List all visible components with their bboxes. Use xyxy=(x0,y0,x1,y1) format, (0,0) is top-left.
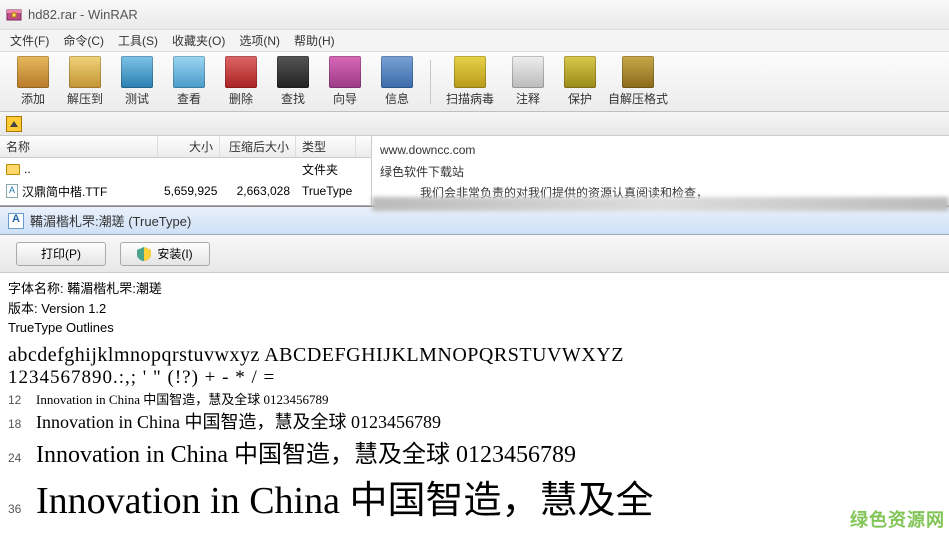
add-icon xyxy=(17,56,49,88)
wizard-icon xyxy=(329,56,361,88)
font-outlines-label: TrueType Outlines xyxy=(8,318,941,338)
toolbar: 添加 解压到 测试 查看 删除 查找 向导 信息 扫描病毒 注释 保护 自解压格… xyxy=(0,52,949,112)
wizard-button[interactable]: 向导 xyxy=(320,54,370,110)
info-icon xyxy=(381,56,413,88)
print-button[interactable]: 打印(P) xyxy=(16,242,106,266)
file-row[interactable]: .. 文件夹 xyxy=(0,158,371,180)
install-button[interactable]: 安装(I) xyxy=(120,242,210,266)
font-window-titlebar: 鞴湄楷札罘:潮瑳 (TrueType) xyxy=(0,207,949,235)
extract-button[interactable]: 解压到 xyxy=(60,54,110,110)
column-headers: 名称 大小 压缩后大小 类型 xyxy=(0,136,371,158)
sample-18: 18Innovation in China 中国智造，慧及全球 01234567… xyxy=(8,408,941,434)
scan-button[interactable]: 扫描病毒 xyxy=(439,54,501,110)
menu-options[interactable]: 选项(N) xyxy=(233,30,286,51)
test-button[interactable]: 测试 xyxy=(112,54,162,110)
comment-icon xyxy=(512,56,544,88)
file-list-pane: 名称 大小 压缩后大小 类型 .. 文件夹 汉鼎简中楷.TTF 5,659,92… xyxy=(0,136,372,205)
font-version-label: 版本: Version 1.2 xyxy=(8,299,941,319)
find-icon xyxy=(277,56,309,88)
view-button[interactable]: 查看 xyxy=(164,54,214,110)
menu-favorites[interactable]: 收藏夹(O) xyxy=(166,30,231,51)
font-window-title: 鞴湄楷札罘:潮瑳 (TrueType) xyxy=(30,211,191,230)
font-name-label: 字体名称: 鞴湄楷札罘:潮瑳 xyxy=(8,279,941,299)
col-size[interactable]: 大小 xyxy=(158,136,220,157)
comment-pane: www.downcc.com 绿色软件下载站 我们会非常负责的对我们提供的资源认… xyxy=(372,136,949,205)
window-titlebar: hd82.rar - WinRAR xyxy=(0,0,949,30)
blurred-content xyxy=(372,197,949,211)
font-preview-window: 鞴湄楷札罘:潮瑳 (TrueType) 打印(P) 安装(I) 字体名称: 鞴湄… xyxy=(0,206,949,524)
menu-file[interactable]: 文件(F) xyxy=(4,30,55,51)
comment-button[interactable]: 注释 xyxy=(503,54,553,110)
window-title: hd82.rar - WinRAR xyxy=(28,7,138,22)
up-folder-icon[interactable] xyxy=(6,116,22,132)
alphabet-sample: abcdefghijklmnopqrstuvwxyz ABCDEFGHIJKLM… xyxy=(8,344,941,367)
sample-36: 36Innovation in China 中国智造，慧及全 xyxy=(8,469,941,524)
extract-icon xyxy=(69,56,101,88)
col-name[interactable]: 名称 xyxy=(0,136,158,157)
sfx-icon xyxy=(622,56,654,88)
test-icon xyxy=(121,56,153,88)
delete-icon xyxy=(225,56,257,88)
numbers-sample: 1234567890.:,; ' " (!?) + - * / = xyxy=(8,367,941,389)
add-button[interactable]: 添加 xyxy=(8,54,58,110)
sample-12: 12Innovation in China 中国智造，慧及全球 01234567… xyxy=(8,389,941,408)
winrar-app-icon xyxy=(6,7,22,23)
menu-tools[interactable]: 工具(S) xyxy=(112,30,164,51)
ttf-file-icon xyxy=(6,184,18,198)
folder-icon xyxy=(6,164,20,175)
col-type[interactable]: 类型 xyxy=(296,136,356,157)
address-bar xyxy=(0,112,949,136)
watermark: 绿色资源网 xyxy=(850,506,945,532)
menubar: 文件(F) 命令(C) 工具(S) 收藏夹(O) 选项(N) 帮助(H) xyxy=(0,30,949,52)
uac-shield-icon xyxy=(137,247,151,261)
toolbar-separator xyxy=(430,60,431,104)
protect-icon xyxy=(564,56,596,88)
protect-button[interactable]: 保护 xyxy=(555,54,605,110)
delete-button[interactable]: 删除 xyxy=(216,54,266,110)
font-file-icon xyxy=(8,213,24,229)
col-packed[interactable]: 压缩后大小 xyxy=(220,136,296,157)
find-button[interactable]: 查找 xyxy=(268,54,318,110)
menu-help[interactable]: 帮助(H) xyxy=(288,30,341,51)
menu-commands[interactable]: 命令(C) xyxy=(57,30,110,51)
scan-icon xyxy=(454,56,486,88)
view-icon xyxy=(173,56,205,88)
sample-24: 24Innovation in China 中国智造，慧及全球 01234567… xyxy=(8,434,941,469)
file-row[interactable]: 汉鼎简中楷.TTF 5,659,925 2,663,028 TrueType xyxy=(0,180,371,202)
font-window-toolbar: 打印(P) 安装(I) xyxy=(0,235,949,273)
info-button[interactable]: 信息 xyxy=(372,54,422,110)
comment-line: 绿色软件下载站 xyxy=(380,162,941,184)
sfx-button[interactable]: 自解压格式 xyxy=(607,54,669,110)
comment-line: www.downcc.com xyxy=(380,140,941,162)
